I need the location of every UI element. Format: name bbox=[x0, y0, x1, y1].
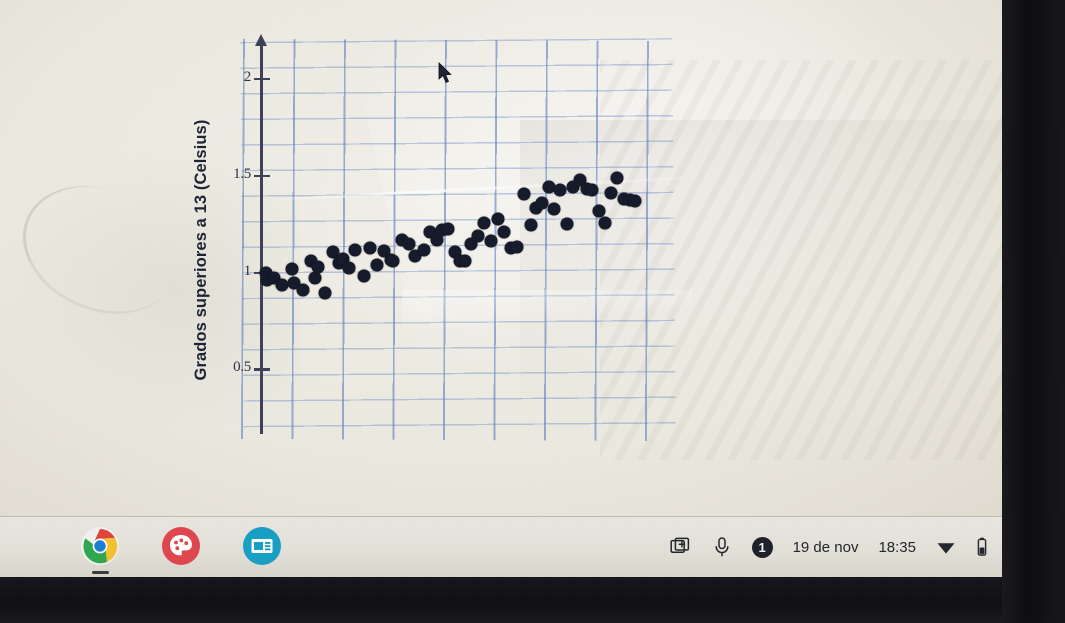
data-point bbox=[342, 261, 356, 275]
paper-highlight bbox=[402, 290, 692, 330]
screen-smudge bbox=[2, 162, 198, 338]
y-tick-3: 2 bbox=[244, 69, 270, 85]
art-palette-app-icon[interactable] bbox=[161, 526, 201, 566]
data-point bbox=[510, 240, 524, 254]
chromeos-shelf: 1 19 de nov 18:35 bbox=[0, 516, 1002, 577]
data-point bbox=[357, 269, 371, 283]
system-tray[interactable]: 1 19 de nov 18:35 bbox=[670, 530, 988, 564]
data-point bbox=[471, 229, 485, 243]
wifi-icon[interactable] bbox=[936, 539, 956, 555]
data-point bbox=[363, 241, 377, 255]
data-point bbox=[417, 243, 430, 257]
data-point bbox=[484, 234, 498, 248]
y-axis-line bbox=[260, 44, 263, 434]
data-point bbox=[275, 278, 289, 292]
y-axis-arrow bbox=[255, 34, 267, 46]
screen-bezel-right bbox=[1002, 0, 1065, 623]
data-point bbox=[628, 194, 642, 208]
data-point bbox=[311, 260, 325, 274]
data-point bbox=[458, 254, 472, 268]
y-tick-label-1: 1 bbox=[243, 262, 252, 279]
chrome-app-icon[interactable] bbox=[80, 526, 120, 566]
data-point bbox=[370, 258, 384, 272]
data-point bbox=[296, 283, 310, 297]
tray-date[interactable]: 19 de nov bbox=[793, 539, 859, 556]
data-point bbox=[491, 212, 505, 226]
scatter-plot: 0.5 1 1.5 2 Grados superiores a 13 (Celsius… bbox=[192, 34, 692, 442]
data-point bbox=[560, 217, 574, 231]
classroom-app-icon[interactable] bbox=[242, 526, 282, 566]
data-point bbox=[604, 186, 618, 200]
data-point bbox=[285, 262, 299, 276]
grid-horizontal-lines bbox=[240, 38, 676, 442]
chromebook-screen: 0.5 1 1.5 2 Grados superiores a 13 (Celsius… bbox=[0, 0, 1002, 577]
data-point bbox=[318, 286, 332, 300]
screen-capture-icon[interactable] bbox=[670, 536, 692, 558]
screen-bezel-bottom bbox=[0, 577, 1002, 623]
chrome-active-indicator bbox=[92, 571, 109, 574]
grid-vertical-lines bbox=[240, 38, 676, 442]
data-point bbox=[517, 187, 531, 201]
data-point bbox=[386, 254, 400, 268]
y-tick-label-0: 0.5 bbox=[233, 359, 251, 376]
y-tick-2: 1.5 bbox=[233, 166, 270, 182]
notification-count-badge[interactable]: 1 bbox=[751, 536, 773, 558]
data-point bbox=[348, 243, 362, 257]
data-point bbox=[477, 216, 491, 230]
photographed-screen: 0.5 1 1.5 2 Grados superiores a 13 (Celsius… bbox=[0, 0, 1065, 623]
y-axis-title: Grados superiores a 13 (Celsius) bbox=[192, 119, 210, 381]
data-point bbox=[553, 183, 567, 197]
y-tick-0: 0.5 bbox=[233, 360, 270, 376]
data-point bbox=[441, 222, 455, 236]
data-point bbox=[585, 183, 599, 197]
mouse-cursor-icon bbox=[438, 62, 452, 84]
microphone-icon[interactable] bbox=[712, 536, 732, 558]
data-point bbox=[598, 216, 612, 230]
y-tick-label-3: 2 bbox=[243, 69, 252, 86]
tray-time[interactable]: 18:35 bbox=[878, 539, 916, 556]
data-point bbox=[497, 225, 511, 239]
data-point bbox=[610, 171, 624, 185]
data-point bbox=[547, 202, 561, 216]
y-tick-label-2: 1.5 bbox=[233, 165, 251, 182]
data-point bbox=[524, 218, 538, 232]
shelf-app-list bbox=[80, 526, 282, 566]
exercise-footer: 4 of 4 Saltar Controlar bbox=[0, 440, 1002, 514]
battery-icon[interactable] bbox=[976, 537, 988, 557]
